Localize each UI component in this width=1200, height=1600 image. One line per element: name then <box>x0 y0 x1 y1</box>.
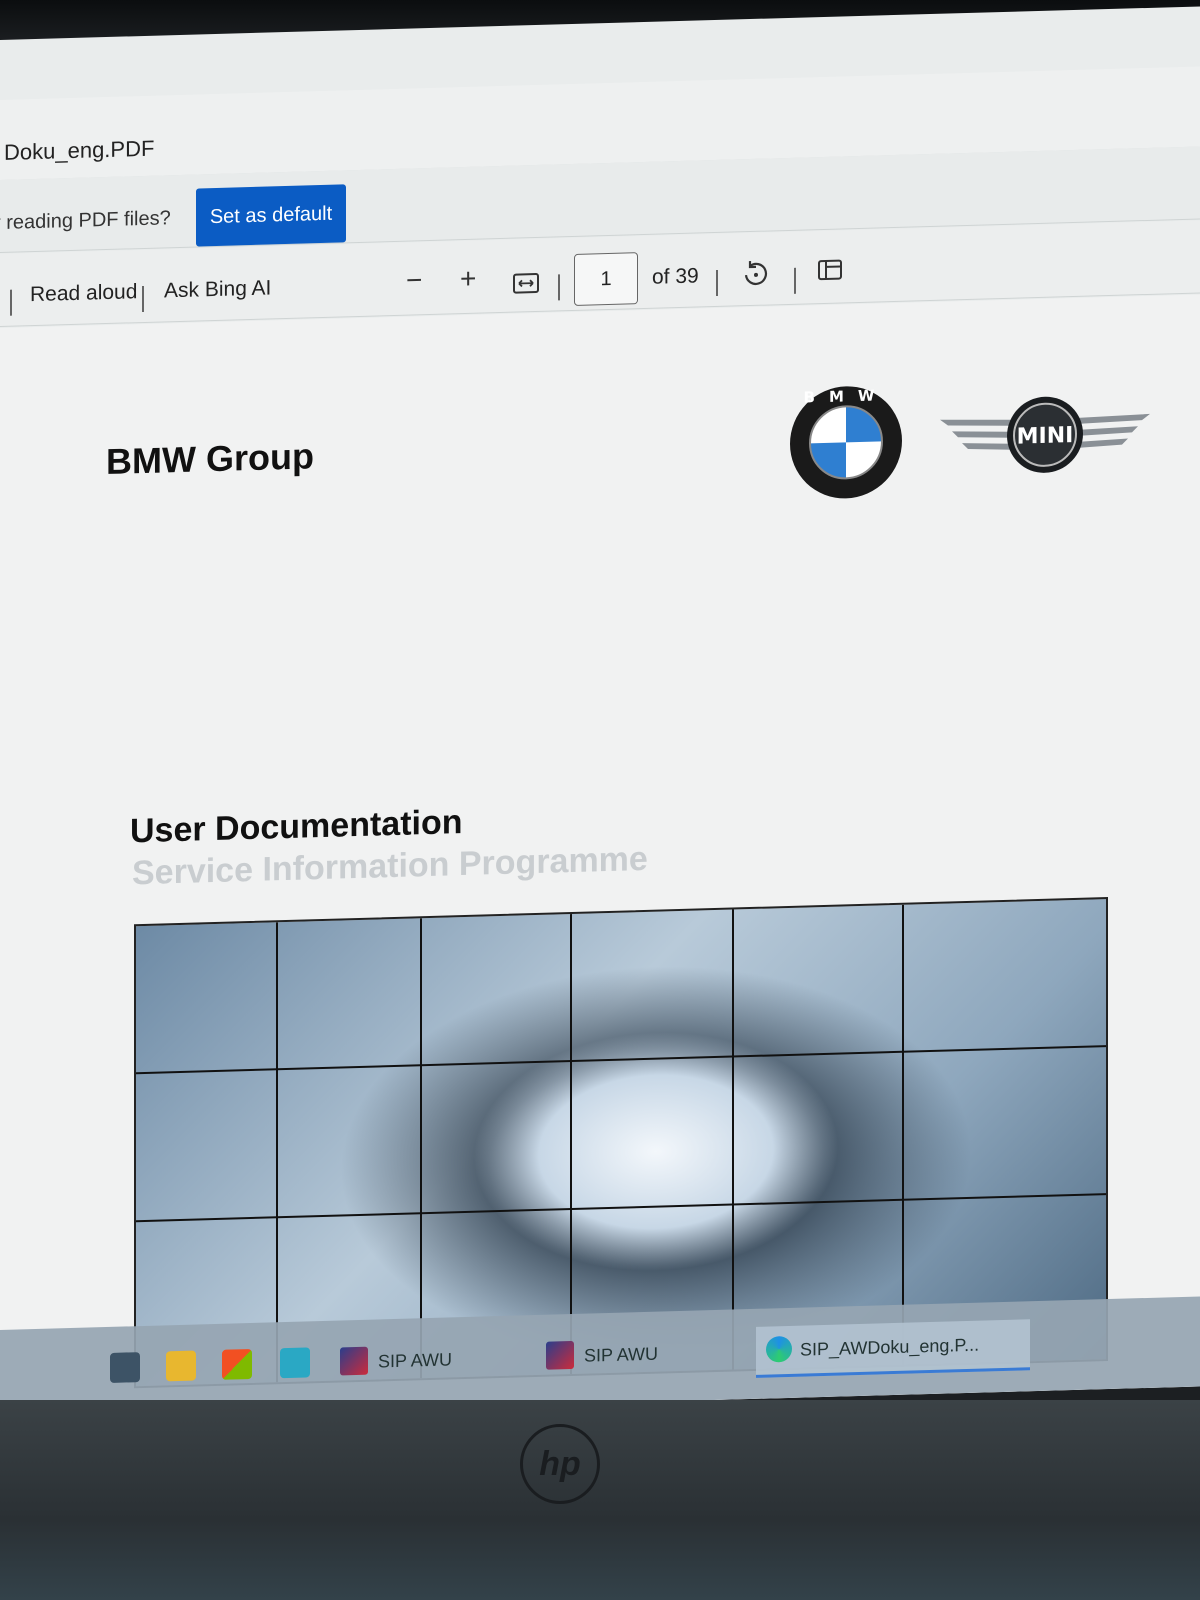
sip-app-icon <box>340 1346 368 1376</box>
grid-line <box>902 904 904 1365</box>
toolbar-separator <box>794 267 796 294</box>
grid-line <box>136 1045 1106 1075</box>
task-view-icon[interactable] <box>110 1352 140 1383</box>
taskbar-task[interactable]: SIP AWU <box>540 1326 774 1381</box>
fit-width-button[interactable] <box>512 271 540 301</box>
mail-icon[interactable] <box>280 1347 310 1379</box>
read-aloud-button[interactable]: Read aloud <box>30 280 137 307</box>
rotate-icon <box>744 261 767 285</box>
bmw-logo: BMW <box>788 383 904 507</box>
store-icon[interactable] <box>222 1348 252 1380</box>
grid-line <box>136 1193 1106 1223</box>
toolbar-separator <box>558 274 560 301</box>
bmw-logo-lettering: BMW <box>804 386 889 406</box>
toolbar-separator <box>142 285 144 313</box>
edge-browser-icon <box>766 1335 792 1363</box>
hp-logo: hp <box>520 1424 600 1504</box>
monitor-bezel-bottom <box>0 1400 1200 1600</box>
mini-logo-lettering: MINI <box>1017 423 1074 450</box>
grid-line <box>420 918 422 1379</box>
file-explorer-icon[interactable] <box>166 1350 196 1382</box>
screen: Doku_eng.PDF r reading PDF files? Set as… <box>0 6 1200 1421</box>
set-as-default-button[interactable]: Set as default <box>196 184 346 247</box>
fit-width-icon <box>513 273 539 294</box>
ask-bing-ai-button[interactable]: Ask Bing AI <box>164 276 271 303</box>
mini-logo: MINI <box>940 392 1150 483</box>
page-view-icon <box>818 259 842 281</box>
zoom-in-button[interactable]: + <box>460 263 476 295</box>
company-name: BMW Group <box>106 435 314 483</box>
sip-app-icon <box>546 1340 574 1370</box>
toolbar-separator <box>10 289 12 316</box>
toolbar-separator <box>716 269 718 297</box>
taskbar-task-active[interactable]: SIP_AWDoku_eng.P... <box>756 1319 1030 1378</box>
page-view-button[interactable] <box>816 256 846 288</box>
grid-line <box>732 909 734 1370</box>
rotate-button[interactable] <box>740 258 772 294</box>
page-total: of 39 <box>652 264 699 289</box>
taskbar-task[interactable]: SIP AWU <box>334 1332 568 1387</box>
zoom-out-button[interactable]: − <box>406 264 422 296</box>
grid-line <box>570 914 572 1375</box>
window-title: Doku_eng.PDF <box>4 135 155 165</box>
grid-line <box>276 922 278 1383</box>
page-number-input[interactable]: 1 <box>574 252 638 306</box>
